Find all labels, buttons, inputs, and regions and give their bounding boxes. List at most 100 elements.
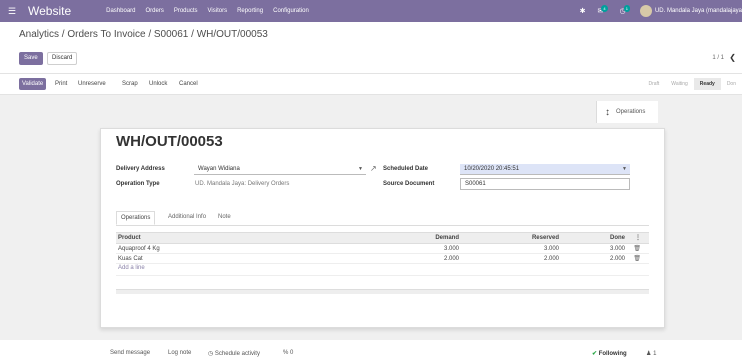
reserved-cell: 2.000 xyxy=(543,256,559,262)
menu-item-orders[interactable]: Orders xyxy=(141,8,169,14)
column-demand[interactable]: Demand xyxy=(435,233,459,244)
table-header: Product Demand Reserved Done ⋮ xyxy=(116,232,649,244)
column-done[interactable]: Done xyxy=(610,233,625,244)
source-document-value: S00061 xyxy=(465,181,486,187)
send-message-button[interactable]: Send message xyxy=(110,350,150,356)
done-cell: 2.000 xyxy=(609,256,625,262)
menu-item-visitors[interactable]: Visitors xyxy=(203,8,233,14)
demand-cell: 2.000 xyxy=(443,256,459,262)
operations-smart-button[interactable]: ↕ Operations xyxy=(596,101,658,123)
app-name[interactable]: Website xyxy=(28,4,71,18)
done-cell: 3.000 xyxy=(609,246,625,252)
save-button[interactable]: Save xyxy=(19,52,43,65)
stage-waiting: Waiting xyxy=(671,81,688,87)
caret-down-icon[interactable]: ▼ xyxy=(622,164,627,175)
tab-operations[interactable]: Operations xyxy=(116,211,156,225)
notebook-tabs: Operations Additional Info Note xyxy=(116,208,649,226)
attachment-count: 0 xyxy=(290,350,294,356)
table-footer xyxy=(116,276,649,290)
check-icon: ✔ xyxy=(592,351,598,357)
product-cell: Aquaproof 4 Kg xyxy=(118,246,160,252)
log-note-button[interactable]: Log note xyxy=(168,350,191,356)
trash-icon[interactable]: 🗑 xyxy=(633,254,641,264)
attachments-button[interactable]: % 0 xyxy=(283,350,293,356)
menu-item-reporting[interactable]: Reporting xyxy=(232,8,268,14)
scheduled-date-value: 10/20/2020 20:45:51 xyxy=(464,166,520,172)
stage-pipeline: Draft Waiting Ready Don xyxy=(642,78,742,90)
scrap-button[interactable]: Scrap xyxy=(119,78,141,90)
navbar-systray: ✱ ✉4 ◷1 UD. Mandala Jaya (mandalajaya xyxy=(574,0,742,22)
page-title: WH/OUT/00053 xyxy=(116,133,223,150)
operations-table: Product Demand Reserved Done ⋮ Aquaproof… xyxy=(116,232,649,294)
stage-ready: Ready xyxy=(693,78,721,90)
paperclip-icon: % xyxy=(283,350,289,356)
add-line-link[interactable]: Add a line xyxy=(118,265,145,271)
demand-cell: 3.000 xyxy=(443,246,459,252)
scheduled-date-field[interactable]: 10/20/2020 20:45:51 ▼ xyxy=(460,164,630,175)
caret-down-icon[interactable]: ▼ xyxy=(358,164,363,175)
top-navbar: ☰ Website Dashboard Orders Products Visi… xyxy=(0,0,742,22)
control-panel: Analytics / Orders To Invoice / S00061 /… xyxy=(0,22,742,74)
chatter-topbar: Send message Log note ◷ Schedule activit… xyxy=(0,340,742,363)
table-footer-bar xyxy=(116,290,649,294)
breadcrumb-analytics[interactable]: Analytics xyxy=(19,29,59,40)
delivery-address-label: Delivery Address xyxy=(116,166,165,172)
column-options-icon[interactable]: ⋮ xyxy=(635,233,641,244)
source-document-field[interactable]: S00061 xyxy=(460,178,630,190)
chevron-left-icon[interactable]: ❮ xyxy=(729,53,736,62)
operation-type-label: Operation Type xyxy=(116,181,160,187)
external-link-icon[interactable]: ↗ xyxy=(370,164,377,173)
user-icon: ♟ xyxy=(646,351,652,357)
table-row[interactable]: Aquaproof 4 Kg 3.000 3.000 3.000 🗑 xyxy=(116,244,649,254)
apps-menu-icon[interactable]: ☰ xyxy=(2,6,22,17)
user-menu[interactable]: UD. Mandala Jaya (mandalajaya xyxy=(655,8,742,14)
unreserve-button[interactable]: Unreserve xyxy=(75,78,109,90)
unlock-button[interactable]: Unlock xyxy=(146,78,170,90)
menu-item-products[interactable]: Products xyxy=(169,8,203,14)
stage-draft: Draft xyxy=(648,81,660,87)
breadcrumb-sale-order[interactable]: S00061 xyxy=(154,29,188,40)
form-sheet xyxy=(100,128,665,328)
schedule-activity-label: Schedule activity xyxy=(214,351,260,357)
breadcrumb-orders-to-invoice[interactable]: Orders To Invoice xyxy=(67,29,145,40)
activity-clock-icon[interactable]: ◷1 xyxy=(620,5,630,15)
menu-item-dashboard[interactable]: Dashboard xyxy=(101,8,140,14)
validate-button[interactable]: Validate xyxy=(19,78,47,90)
clock-icon: ◷ xyxy=(208,351,214,357)
avatar[interactable] xyxy=(639,5,652,17)
breadcrumb-current: WH/OUT/00053 xyxy=(196,29,268,40)
column-product[interactable]: Product xyxy=(118,233,141,244)
cancel-button[interactable]: Cancel xyxy=(176,78,201,90)
print-button[interactable]: Print xyxy=(52,78,70,90)
source-document-label: Source Document xyxy=(383,181,435,187)
followers-button[interactable]: ♟ 1 xyxy=(646,350,656,357)
activity-count-badge: 1 xyxy=(623,5,630,12)
status-bar: Validate Print Unreserve Scrap Unlock Ca… xyxy=(0,74,742,95)
add-line-row: Add a line xyxy=(116,264,649,276)
schedule-activity-button[interactable]: ◷ Schedule activity xyxy=(208,350,260,357)
delivery-address-value: Wayan Widiana xyxy=(198,166,240,172)
following-label: Following xyxy=(598,351,627,357)
tab-additional-info[interactable]: Additional Info xyxy=(164,212,210,226)
discard-button[interactable]: Discard xyxy=(47,52,78,65)
product-cell: Kuas Cat xyxy=(118,256,143,262)
stage-done: Don xyxy=(726,81,736,87)
message-count-badge: 4 xyxy=(601,5,608,12)
table-row[interactable]: Kuas Cat 2.000 2.000 2.000 🗑 xyxy=(116,254,649,264)
delivery-address-field[interactable]: Wayan Widiana ▼ xyxy=(194,164,366,175)
column-reserved[interactable]: Reserved xyxy=(532,233,559,244)
following-button[interactable]: ✔ Following xyxy=(592,350,627,357)
tab-note[interactable]: Note xyxy=(214,212,235,226)
chat-icon[interactable]: ✉4 xyxy=(598,5,608,15)
operations-smart-button-label: Operations xyxy=(616,109,646,115)
bug-icon[interactable]: ✱ xyxy=(580,7,586,15)
arrows-v-icon: ↕ xyxy=(605,106,610,118)
breadcrumb: Analytics / Orders To Invoice / S00061 /… xyxy=(19,29,268,40)
menu-item-configuration[interactable]: Configuration xyxy=(268,8,314,14)
followers-count: 1 xyxy=(653,351,657,357)
pager-value[interactable]: 1 / 1 xyxy=(712,55,724,61)
operation-type-value[interactable]: UD. Mandala Jaya: Delivery Orders xyxy=(195,181,289,187)
reserved-cell: 3.000 xyxy=(543,246,559,252)
main-menu: Dashboard Orders Products Visitors Repor… xyxy=(101,8,314,14)
trash-icon[interactable]: 🗑 xyxy=(633,244,641,254)
